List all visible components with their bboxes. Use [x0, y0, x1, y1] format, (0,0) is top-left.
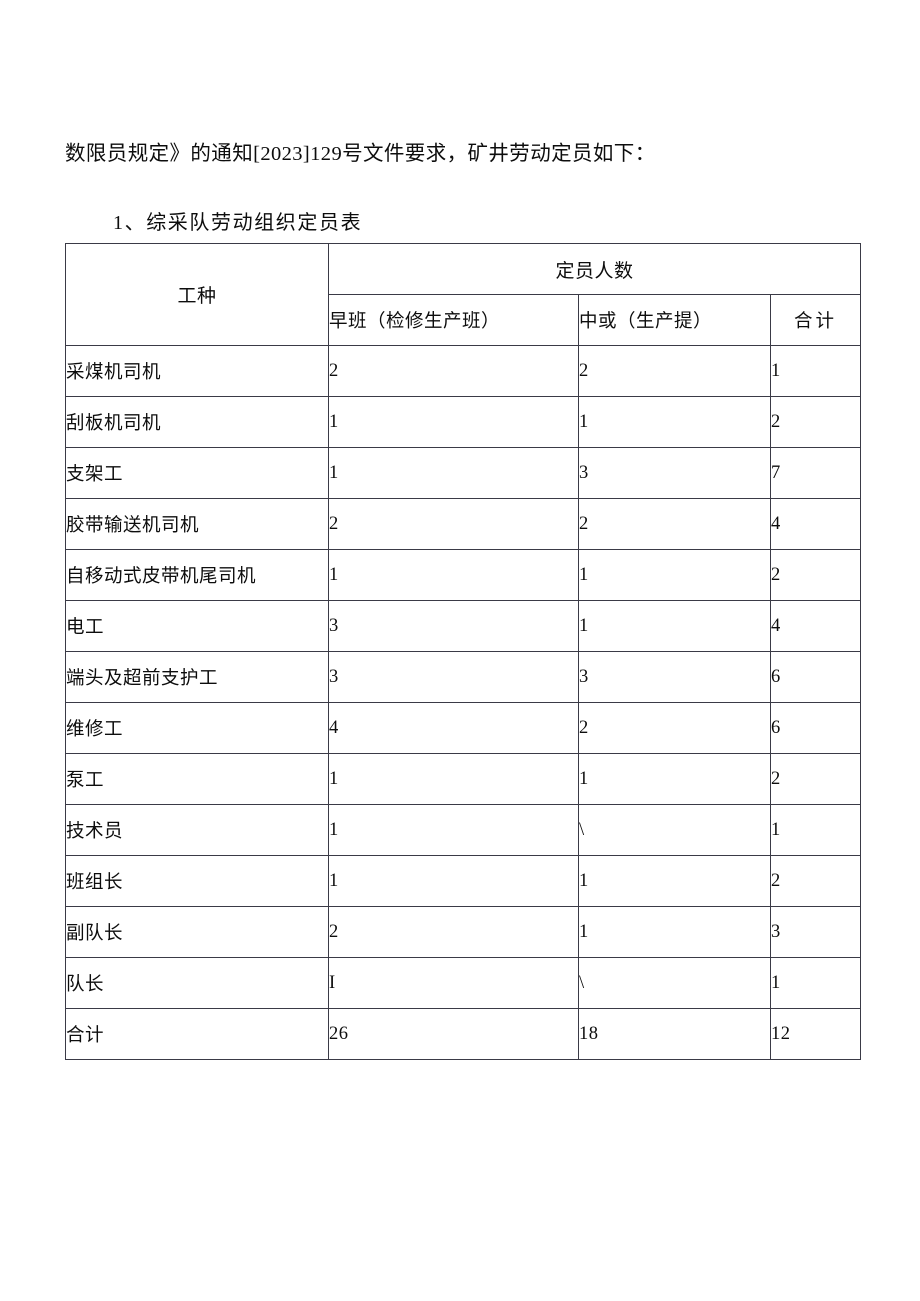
cell-job: 维修工	[65, 702, 329, 754]
cell-total: 2	[769, 396, 862, 448]
cell-total: 2	[769, 753, 862, 805]
cell-job: 泵工	[65, 753, 329, 805]
cell-early: 4	[328, 702, 579, 754]
document-page: 数限员规定》的通知[2023]129号文件要求，矿井劳动定员如下： 1、综采队劳…	[0, 0, 920, 1301]
cell-total: 2	[769, 855, 862, 907]
cell-mid: 2	[578, 702, 771, 754]
staffing-table: 工种 定员人数 早班（检修生产班） 中或（生产提） 合计 采煤机司机 2 2 1 刮板机…	[65, 243, 862, 1060]
table-row: 端头及超前支护工 3 3 6	[65, 651, 862, 703]
table-row: 技术员 1 \ 1	[65, 804, 862, 856]
cell-early: 1	[328, 855, 579, 907]
cell-job: 班组长	[65, 855, 329, 907]
table-body: 采煤机司机 2 2 1 刮板机司机 1 1 2 支架工 1 3 7 胶带输送机司机 2 2 4 自移动式皮带机尾…	[65, 345, 862, 1060]
table-header-row-1: 工种 定员人数	[65, 243, 862, 346]
cell-job: 刮板机司机	[65, 396, 329, 448]
cell-job: 电工	[65, 600, 329, 652]
cell-mid: 1	[578, 753, 771, 805]
cell-mid: 3	[578, 447, 771, 499]
header-shift-early: 早班（检修生产班）	[328, 294, 579, 346]
cell-total: 4	[769, 498, 862, 550]
cell-total: 6	[769, 651, 862, 703]
cell-total: 12	[769, 1008, 862, 1060]
cell-early: 1	[328, 549, 579, 601]
table-header: 工种 定员人数 早班（检修生产班） 中或（生产提） 合计	[65, 243, 862, 346]
cell-job: 采煤机司机	[65, 345, 329, 397]
cell-job: 副队长	[65, 906, 329, 958]
table-row: 泵工 1 1 2	[65, 753, 862, 805]
table-row: 刮板机司机 1 1 2	[65, 396, 862, 448]
table-row: 电工 3 1 4	[65, 600, 862, 652]
cell-mid: 1	[578, 906, 771, 958]
cell-job: 队长	[65, 957, 329, 1009]
header-job-column: 工种	[65, 243, 329, 346]
cell-early: I	[328, 957, 579, 1009]
cell-early: 2	[328, 906, 579, 958]
cell-job: 支架工	[65, 447, 329, 499]
cell-mid: 3	[578, 651, 771, 703]
cell-early: 26	[328, 1008, 579, 1060]
table-row: 自移动式皮带机尾司机 1 1 2	[65, 549, 862, 601]
cell-mid: 1	[578, 396, 771, 448]
cell-early: 2	[328, 498, 579, 550]
cell-mid: 1	[578, 549, 771, 601]
cell-total: 1	[769, 345, 862, 397]
cell-total: 4	[769, 600, 862, 652]
cell-early: 1	[328, 804, 579, 856]
cell-mid: \	[578, 957, 771, 1009]
header-group-label: 定员人数	[327, 243, 862, 295]
table-row: 副队长 2 1 3	[65, 906, 862, 958]
section-heading: 1、综采队劳动组织定员表	[113, 212, 363, 234]
cell-total: 1	[769, 804, 862, 856]
cell-total: 1	[769, 957, 862, 1009]
cell-early: 2	[328, 345, 579, 397]
cell-total: 3	[769, 906, 862, 958]
cell-mid: 18	[578, 1008, 771, 1060]
table-row: 合计 26 18 12	[65, 1008, 862, 1060]
table-row: 胶带输送机司机 2 2 4	[65, 498, 862, 550]
staffing-table-container: 工种 定员人数 早班（检修生产班） 中或（生产提） 合计 采煤机司机 2 2 1 刮板机…	[65, 243, 862, 1060]
table-row: 支架工 1 3 7	[65, 447, 862, 499]
cell-early: 1	[328, 753, 579, 805]
header-shift-total: 合计	[769, 294, 862, 346]
cell-job: 技术员	[65, 804, 329, 856]
cell-job: 自移动式皮带机尾司机	[65, 549, 329, 601]
cell-job: 胶带输送机司机	[65, 498, 329, 550]
table-row: 班组长 1 1 2	[65, 855, 862, 907]
intro-paragraph: 数限员规定》的通知[2023]129号文件要求，矿井劳动定员如下：	[65, 143, 656, 165]
cell-mid: 2	[578, 498, 771, 550]
cell-total: 7	[769, 447, 862, 499]
cell-early: 3	[328, 600, 579, 652]
cell-early: 3	[328, 651, 579, 703]
cell-early: 1	[328, 447, 579, 499]
cell-mid: 2	[578, 345, 771, 397]
header-shift-mid: 中或（生产提）	[578, 294, 771, 346]
cell-mid: 1	[578, 855, 771, 907]
cell-job: 合计	[65, 1008, 329, 1060]
cell-mid: 1	[578, 600, 771, 652]
cell-mid: \	[578, 804, 771, 856]
cell-early: 1	[328, 396, 579, 448]
cell-total: 2	[769, 549, 862, 601]
table-row: 队长 I \ 1	[65, 957, 862, 1009]
cell-total: 6	[769, 702, 862, 754]
table-row: 采煤机司机 2 2 1	[65, 345, 862, 397]
cell-job: 端头及超前支护工	[65, 651, 329, 703]
table-row: 维修工 4 2 6	[65, 702, 862, 754]
